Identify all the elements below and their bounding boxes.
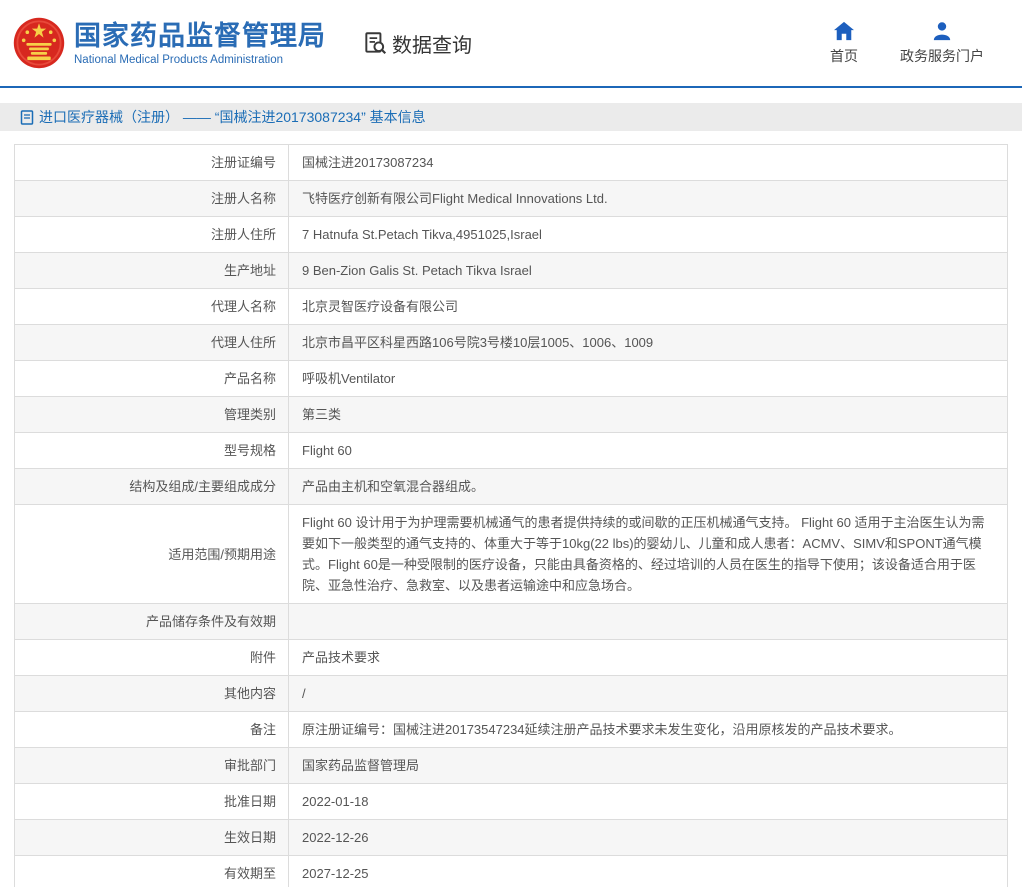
row-label: 代理人名称	[15, 289, 289, 325]
data-query-label: 数据查询	[392, 29, 472, 58]
site-title-en: National Medical Products Administration	[74, 54, 326, 66]
table-row: 生产地址9 Ben-Zion Galis St. Petach Tikva Is…	[15, 253, 1008, 289]
table-row: 注册人住所7 Hatnufa St.Petach Tikva,4951025,I…	[15, 217, 1008, 253]
table-row: 产品储存条件及有效期	[15, 604, 1008, 640]
row-label: 有效期至	[15, 856, 289, 887]
row-value: 国械注进20173087234	[289, 145, 1008, 181]
row-label: 注册人住所	[15, 217, 289, 253]
row-label: 代理人住所	[15, 325, 289, 361]
row-value: Flight 60 设计用于为护理需要机械通气的患者提供持续的或间歇的正压机械通…	[289, 505, 1008, 604]
row-label: 结构及组成/主要组成成分	[15, 469, 289, 505]
row-label: 产品储存条件及有效期	[15, 604, 289, 640]
site-title-cn: 国家药品监督管理局	[74, 21, 326, 51]
home-nav[interactable]: 首页	[830, 21, 858, 66]
home-icon	[833, 21, 855, 41]
row-label: 型号规格	[15, 433, 289, 469]
page-title: 进口医疗器械（注册） —— “国械注进20173087234” 基本信息	[39, 107, 426, 127]
row-value: 国家药品监督管理局	[289, 748, 1008, 784]
logo-text: 国家药品监督管理局 National Medical Products Admi…	[74, 21, 326, 66]
national-emblem-icon	[12, 16, 66, 70]
row-label: 产品名称	[15, 361, 289, 397]
table-row: 代理人名称北京灵智医疗设备有限公司	[15, 289, 1008, 325]
site-header: 国家药品监督管理局 National Medical Products Admi…	[0, 0, 1022, 88]
row-label: 注册人名称	[15, 181, 289, 217]
row-value: 9 Ben-Zion Galis St. Petach Tikva Israel	[289, 253, 1008, 289]
home-label: 首页	[830, 46, 858, 66]
table-row: 结构及组成/主要组成成分产品由主机和空氧混合器组成。	[15, 469, 1008, 505]
row-value: 7 Hatnufa St.Petach Tikva,4951025,Israel	[289, 217, 1008, 253]
table-row: 产品名称呼吸机Ventilator	[15, 361, 1008, 397]
user-icon	[931, 21, 953, 41]
row-value: 呼吸机Ventilator	[289, 361, 1008, 397]
row-value	[289, 604, 1008, 640]
row-label: 批准日期	[15, 784, 289, 820]
table-row: 附件产品技术要求	[15, 640, 1008, 676]
document-icon	[20, 110, 34, 125]
table-row: 注册证编号国械注进20173087234	[15, 145, 1008, 181]
row-label: 适用范围/预期用途	[15, 505, 289, 604]
data-query-nav[interactable]: 数据查询	[362, 29, 472, 58]
registration-info-table: 注册证编号国械注进20173087234 注册人名称飞特医疗创新有限公司Flig…	[14, 144, 1008, 887]
row-label: 生效日期	[15, 820, 289, 856]
table-row: 型号规格Flight 60	[15, 433, 1008, 469]
table-row: 适用范围/预期用途Flight 60 设计用于为护理需要机械通气的患者提供持续的…	[15, 505, 1008, 604]
row-label: 管理类别	[15, 397, 289, 433]
row-value: 原注册证编号：国械注进20173547234延续注册产品技术要求未发生变化，沿用…	[289, 712, 1008, 748]
row-label: 其他内容	[15, 676, 289, 712]
row-label: 生产地址	[15, 253, 289, 289]
row-label: 附件	[15, 640, 289, 676]
row-value: 2027-12-25	[289, 856, 1008, 887]
table-row: 管理类别第三类	[15, 397, 1008, 433]
row-value: 北京市昌平区科星西路106号院3号楼10层1005、1006、1009	[289, 325, 1008, 361]
gov-portal-nav[interactable]: 政务服务门户	[900, 21, 984, 66]
table-row: 注册人名称飞特医疗创新有限公司Flight Medical Innovation…	[15, 181, 1008, 217]
row-value: 产品由主机和空氧混合器组成。	[289, 469, 1008, 505]
row-value: 第三类	[289, 397, 1008, 433]
row-value: 北京灵智医疗设备有限公司	[289, 289, 1008, 325]
gov-portal-label: 政务服务门户	[900, 46, 984, 66]
row-label: 注册证编号	[15, 145, 289, 181]
row-value: Flight 60	[289, 433, 1008, 469]
table-row: 生效日期2022-12-26	[15, 820, 1008, 856]
nmpa-logo: 国家药品监督管理局 National Medical Products Admi…	[12, 16, 326, 70]
table-row: 代理人住所北京市昌平区科星西路106号院3号楼10层1005、1006、1009	[15, 325, 1008, 361]
document-search-icon	[362, 30, 388, 56]
table-row: 审批部门国家药品监督管理局	[15, 748, 1008, 784]
row-value: 2022-12-26	[289, 820, 1008, 856]
row-value: 产品技术要求	[289, 640, 1008, 676]
row-value: 2022-01-18	[289, 784, 1008, 820]
row-label: 备注	[15, 712, 289, 748]
row-value: /	[289, 676, 1008, 712]
table-row: 备注原注册证编号：国械注进20173547234延续注册产品技术要求未发生变化，…	[15, 712, 1008, 748]
table-row: 批准日期2022-01-18	[15, 784, 1008, 820]
row-label: 审批部门	[15, 748, 289, 784]
row-value: 飞特医疗创新有限公司Flight Medical Innovations Ltd…	[289, 181, 1008, 217]
table-row: 其他内容/	[15, 676, 1008, 712]
table-row: 有效期至2027-12-25	[15, 856, 1008, 887]
breadcrumb: 进口医疗器械（注册） —— “国械注进20173087234” 基本信息	[0, 103, 1022, 131]
